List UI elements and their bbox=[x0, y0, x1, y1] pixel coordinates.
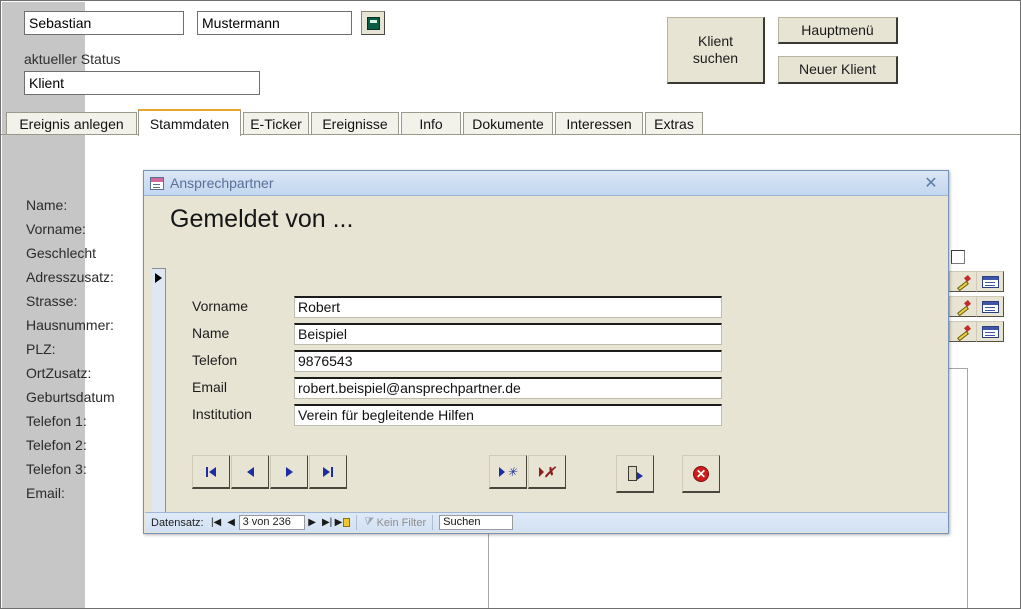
edit-row-3-button[interactable] bbox=[949, 321, 977, 342]
cancel-circle-icon: ✕ bbox=[693, 465, 709, 482]
name-label: Name bbox=[192, 325, 230, 341]
statusbar-divider-2 bbox=[432, 515, 434, 530]
klient-suchen-line1: Klient bbox=[697, 33, 734, 49]
pencil-icon bbox=[955, 300, 971, 314]
form-icon bbox=[150, 176, 164, 190]
filter-status[interactable]: ⧩ Kein Filter bbox=[363, 517, 427, 529]
envelope-icon bbox=[981, 300, 999, 313]
tab-interessen[interactable]: Interessen bbox=[555, 112, 643, 135]
search-input[interactable]: Suchen bbox=[439, 515, 514, 530]
application-window: Sebastian Mustermann aktueller Status Kl… bbox=[0, 0, 1021, 609]
tab-stammdaten[interactable]: Stammdaten bbox=[138, 109, 241, 136]
label-email: Email: bbox=[26, 485, 65, 501]
hauptmenue-button[interactable]: Hauptmenü bbox=[778, 17, 898, 44]
label-geschlecht: Geschlecht bbox=[26, 245, 97, 261]
mail-row-2-button[interactable] bbox=[976, 296, 1004, 317]
label-telefon-2: Telefon 2: bbox=[26, 437, 87, 453]
first-record-button[interactable] bbox=[192, 455, 230, 489]
envelope-icon bbox=[981, 325, 999, 338]
pencil-icon bbox=[955, 275, 971, 289]
vorname-label: Vorname bbox=[192, 298, 249, 314]
dialog-title: Ansprechpartner bbox=[170, 175, 274, 191]
dialog-heading: Gemeldet von ... bbox=[170, 205, 354, 233]
statusbar-prev-icon[interactable]: ◀ bbox=[224, 515, 239, 531]
previous-record-button[interactable] bbox=[231, 455, 269, 489]
email-input[interactable]: robert.beispiel@ansprechpartner.de bbox=[294, 377, 722, 399]
klient-suchen-button[interactable]: Klient suchen bbox=[667, 17, 765, 84]
dialog-title-bar[interactable]: Ansprechpartner ✕ bbox=[144, 171, 948, 196]
funnel-icon: ⧩ bbox=[362, 516, 373, 528]
last-record-button[interactable] bbox=[309, 455, 347, 489]
klient-suchen-line2: suchen bbox=[692, 50, 739, 66]
edit-row-1-button[interactable] bbox=[949, 271, 977, 292]
institution-label: Institution bbox=[192, 406, 252, 422]
green-card-icon-button[interactable] bbox=[361, 11, 385, 35]
neuer-klient-button[interactable]: Neuer Klient bbox=[778, 56, 898, 84]
pencil-icon bbox=[955, 325, 971, 339]
new-record-icon: ✳ bbox=[498, 466, 517, 478]
tab-e-ticker[interactable]: E-Ticker bbox=[243, 112, 309, 135]
mail-row-1-button[interactable] bbox=[976, 271, 1004, 292]
previous-record-icon bbox=[246, 466, 254, 477]
record-selector[interactable] bbox=[152, 268, 166, 516]
label-ortzusatz: OrtZusatz: bbox=[26, 365, 92, 381]
close-icon[interactable]: ✕ bbox=[922, 174, 940, 192]
label-vorname: Vorname: bbox=[26, 221, 86, 237]
tab-dokumente[interactable]: Dokumente bbox=[463, 112, 553, 135]
telefon-input[interactable]: 9876543 bbox=[294, 350, 722, 372]
label-geburtsdatum: Geburtsdatum bbox=[26, 389, 115, 405]
record-statusbar: Datensatz: |◀ ◀ 3 von 236 ▶ ▶| ▶ ⧩ Kein … bbox=[145, 512, 947, 532]
next-record-icon bbox=[285, 466, 293, 477]
firstname-input[interactable]: Sebastian bbox=[24, 11, 184, 35]
tab-info[interactable]: Info bbox=[401, 112, 461, 135]
label-adresszusatz: Adresszusatz: bbox=[26, 269, 114, 285]
vorname-input[interactable]: Robert bbox=[294, 296, 722, 318]
tab-extras[interactable]: Extras bbox=[645, 112, 703, 135]
delete-record-button[interactable]: ✗ bbox=[528, 455, 566, 489]
record-position-input[interactable]: 3 von 236 bbox=[238, 515, 305, 530]
label-plz: PLZ: bbox=[26, 341, 56, 357]
right-checkbox[interactable] bbox=[951, 250, 965, 264]
exit-button[interactable] bbox=[616, 455, 654, 493]
new-record-button[interactable]: ✳ bbox=[489, 455, 527, 489]
tab-strip: Ereignis anlegen Stammdaten E-Ticker Ere… bbox=[1, 109, 1020, 136]
close-button[interactable]: ✕ bbox=[682, 455, 720, 493]
filter-label: Kein Filter bbox=[376, 516, 427, 529]
next-record-button[interactable] bbox=[270, 455, 308, 489]
last-record-icon bbox=[323, 466, 333, 477]
mail-row-3-button[interactable] bbox=[976, 321, 1004, 342]
statusbar-divider bbox=[355, 515, 357, 530]
first-record-icon bbox=[206, 466, 216, 477]
record-selector-arrow-icon bbox=[155, 273, 162, 283]
status-input[interactable]: Klient bbox=[24, 71, 260, 95]
statusbar-last-icon[interactable]: ▶| bbox=[320, 515, 335, 531]
green-card-icon bbox=[366, 16, 380, 30]
label-hausnummer: Hausnummer: bbox=[26, 317, 114, 333]
delete-record-icon: ✗ bbox=[538, 465, 555, 479]
label-strasse: Strasse: bbox=[26, 293, 78, 309]
statusbar-new-record-icon[interactable]: ▶ bbox=[335, 515, 350, 531]
status-label: aktueller Status bbox=[24, 51, 121, 67]
tab-ereignisse[interactable]: Ereignisse bbox=[311, 112, 399, 135]
label-telefon-3: Telefon 3: bbox=[26, 461, 87, 477]
envelope-icon bbox=[981, 275, 999, 288]
lastname-input[interactable]: Mustermann bbox=[197, 11, 352, 35]
edit-row-2-button[interactable] bbox=[949, 296, 977, 317]
telefon-label: Telefon bbox=[192, 352, 238, 368]
label-name: Name: bbox=[26, 197, 68, 213]
name-input[interactable]: Beispiel bbox=[294, 323, 722, 345]
email-label: Email bbox=[192, 379, 228, 395]
tab-ereignis-anlegen[interactable]: Ereignis anlegen bbox=[6, 112, 137, 135]
institution-input[interactable]: Verein für begleitende Hilfen bbox=[294, 404, 722, 426]
statusbar-next-icon[interactable]: ▶ bbox=[305, 515, 320, 531]
record-label: Datensatz: bbox=[151, 516, 204, 529]
statusbar-first-icon[interactable]: |◀ bbox=[209, 515, 224, 531]
ansprechpartner-dialog: Ansprechpartner ✕ Gemeldet von ... Vorna… bbox=[143, 170, 949, 534]
label-telefon-1: Telefon 1: bbox=[26, 413, 87, 429]
exit-door-icon bbox=[627, 465, 643, 482]
